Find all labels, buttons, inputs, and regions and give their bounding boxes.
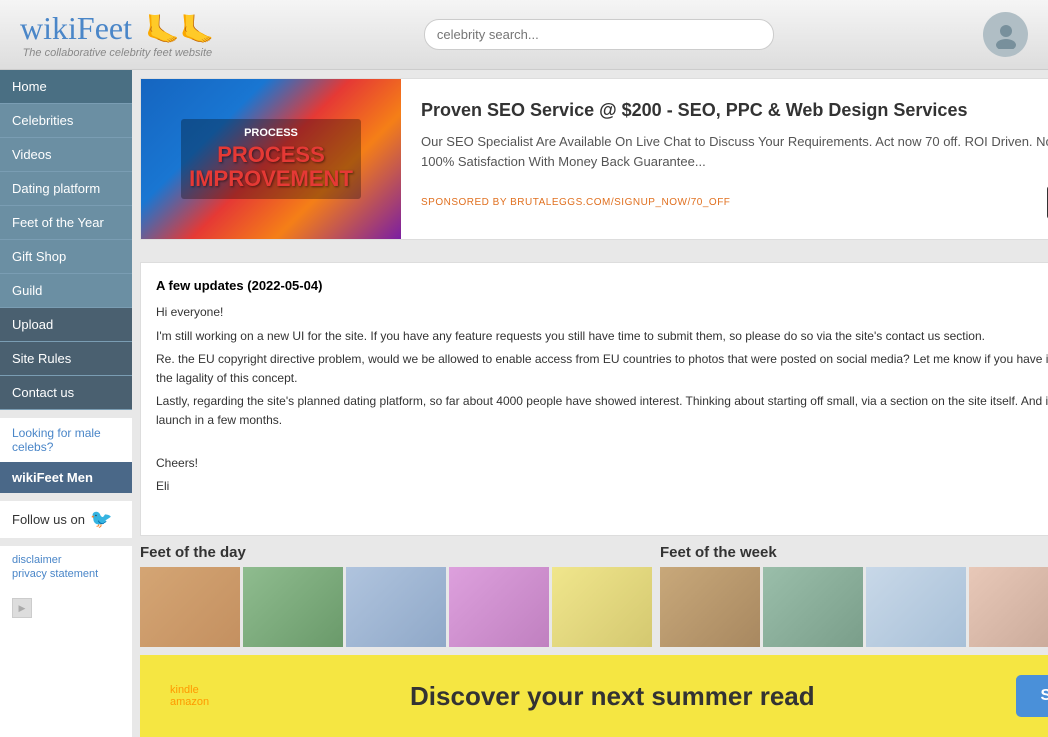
kindle-subtitle: amazon	[170, 696, 209, 708]
feet-of-week-thumbnails	[660, 567, 1048, 647]
updates-sign-name: Eli	[156, 477, 1048, 496]
header: wikiFeet 🦶🦶 The collaborative celebrity …	[0, 0, 1048, 70]
feet-day-thumb-1[interactable]	[140, 567, 240, 647]
sidebar-item-contact-us[interactable]: Contact us	[0, 376, 132, 410]
twitter-icon[interactable]: 🐦	[90, 509, 112, 530]
feet-day-thumb-4[interactable]	[449, 567, 549, 647]
feet-of-day-thumbnails	[140, 567, 652, 647]
follow-label: Follow us on	[12, 512, 85, 527]
bottom-ad-text: Discover your next summer read	[410, 681, 815, 712]
feet-week-thumb-3[interactable]	[866, 567, 966, 647]
bottom-ad: kindle amazon Discover your next summer …	[140, 655, 1048, 737]
kindle-label: kindle	[170, 684, 209, 696]
feet-of-week-title: Feet of the week	[660, 544, 1048, 561]
updates-line1: I'm still working on a new UI for the si…	[156, 327, 1048, 346]
sponsor-label: SPONSORED BY	[421, 197, 507, 208]
ad-description: Our SEO Specialist Are Available On Live…	[421, 132, 1048, 171]
sidebar-item-gift-shop[interactable]: Gift Shop	[0, 240, 132, 274]
feet-week-thumb-1[interactable]	[660, 567, 760, 647]
search-bar	[424, 19, 774, 50]
sidebar-item-videos[interactable]: Videos	[0, 138, 132, 172]
content: PROCESS PROCESSIMPROVEMENT Proven SEO Se…	[132, 70, 1048, 737]
feet-of-day-section: Feet of the day	[140, 544, 652, 647]
updates-line2: Re. the EU copyright directive problem, …	[156, 350, 1048, 388]
updates-line3: Lastly, regarding the site's planned dat…	[156, 392, 1048, 430]
sidebar-male-celebs-link[interactable]: Looking for male celebs?	[0, 418, 132, 462]
ad-banner: PROCESS PROCESSIMPROVEMENT Proven SEO Se…	[140, 78, 1048, 240]
logo-subtitle: The collaborative celebrity feet website	[23, 47, 213, 59]
logo-feet-text: Feet	[77, 10, 132, 46]
updates-content: Hi everyone! I'm still working on a new …	[156, 303, 1048, 496]
sidebar-item-dating-platform[interactable]: Dating platform	[0, 172, 132, 206]
updates-title: A few updates (2022-05-04)	[156, 278, 1048, 293]
sidebar-wikifeet-men[interactable]: wikiFeet Men	[0, 462, 132, 493]
disclaimer-link[interactable]: disclaimer	[12, 554, 120, 566]
sidebar-item-celebrities[interactable]: Celebrities	[0, 104, 132, 138]
ad-sponsor: SPONSORED BY BRUTALEGGS.COM/SIGNUP_NOW/7…	[421, 197, 730, 208]
ad-process-text: PROCESSIMPROVEMENT	[189, 143, 353, 191]
sidebar-separator-3	[0, 538, 132, 546]
ad-image-inner: PROCESS PROCESSIMPROVEMENT	[141, 79, 401, 239]
feet-of-day-title: Feet of the day	[140, 544, 652, 561]
sponsor-url: BRUTALEGGS.COM/SIGNUP_NOW/70_OFF	[510, 197, 730, 208]
updates-greeting: Hi everyone!	[156, 303, 1048, 322]
ad-title: Proven SEO Service @ $200 - SEO, PPC & W…	[421, 99, 1048, 122]
sidebar-ad-icon: ▶	[19, 603, 26, 614]
feet-day-thumb-2[interactable]	[243, 567, 343, 647]
privacy-link[interactable]: privacy statement	[12, 568, 120, 580]
sidebar: Home Celebrities Videos Dating platform …	[0, 70, 132, 737]
ad-footer: SPONSORED BY BRUTALEGGS.COM/SIGNUP_NOW/7…	[421, 186, 1048, 219]
logo-wiki: wiki	[20, 10, 77, 46]
updates-sign-off: Cheers!	[156, 454, 1048, 473]
sidebar-follow: Follow us on 🐦	[0, 501, 132, 538]
logo-feet-icon: 🦶🦶	[145, 13, 215, 47]
feet-sections: Feet of the day Feet of the week	[140, 544, 1048, 647]
legacy-ui-bar: Use legacy UI	[132, 240, 1048, 262]
sidebar-legal-links: disclaimer privacy statement	[0, 546, 132, 590]
logo-area: wikiFeet 🦶🦶 The collaborative celebrity …	[20, 10, 215, 59]
shop-now-button[interactable]: Shop now	[1016, 675, 1048, 717]
sidebar-ad: ▶	[0, 590, 132, 626]
main-layout: Home Celebrities Videos Dating platform …	[0, 70, 1048, 737]
logo-text: wikiFeet 🦶🦶	[20, 10, 215, 46]
feet-day-thumb-3[interactable]	[346, 567, 446, 647]
feet-day-thumb-5[interactable]	[552, 567, 652, 647]
sidebar-separator-1	[0, 410, 132, 418]
updates-footer: Follow us on 🐦	[156, 504, 1048, 525]
ad-image: PROCESS PROCESSIMPROVEMENT	[141, 79, 401, 239]
feet-of-week-section: Feet of the week	[660, 544, 1048, 647]
sidebar-item-feet-of-year[interactable]: Feet of the Year	[0, 206, 132, 240]
user-icon[interactable]	[983, 12, 1028, 57]
kindle-logo: kindle amazon	[170, 684, 209, 708]
sidebar-item-guild[interactable]: Guild	[0, 274, 132, 308]
feet-week-thumb-2[interactable]	[763, 567, 863, 647]
sidebar-item-home[interactable]: Home	[0, 70, 132, 104]
sidebar-item-site-rules[interactable]: Site Rules	[0, 342, 132, 376]
feet-week-thumb-4[interactable]	[969, 567, 1048, 647]
logo[interactable]: wikiFeet 🦶🦶	[20, 10, 215, 47]
updates-box: A few updates (2022-05-04) Hi everyone! …	[140, 262, 1048, 536]
sidebar-item-upload[interactable]: Upload	[0, 308, 132, 342]
ad-content: Proven SEO Service @ $200 - SEO, PPC & W…	[401, 79, 1048, 239]
search-input[interactable]	[424, 19, 774, 50]
sidebar-separator-2	[0, 493, 132, 501]
